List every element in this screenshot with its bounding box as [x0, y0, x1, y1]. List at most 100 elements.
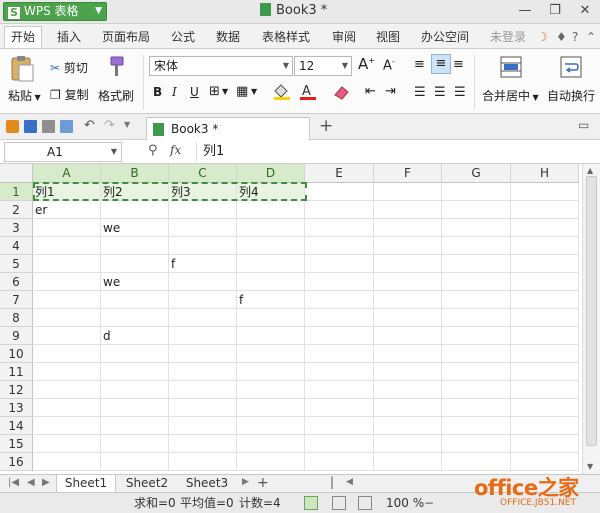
border-icon[interactable]: ⊞ — [209, 84, 220, 99]
cell-d16[interactable] — [237, 453, 305, 471]
cell-e9[interactable] — [305, 327, 374, 345]
copy-button[interactable]: ❐ 复制 — [50, 86, 89, 103]
format-painter-icon[interactable] — [104, 55, 128, 79]
cell-e15[interactable] — [305, 435, 374, 453]
cell-h11[interactable] — [511, 363, 579, 381]
sheet-tab-sheet1[interactable]: Sheet1 — [56, 475, 116, 493]
tab-review[interactable]: 审阅 — [332, 27, 356, 47]
cell-h6[interactable] — [511, 273, 579, 291]
cell-f4[interactable] — [374, 237, 442, 255]
cell-e8[interactable] — [305, 309, 374, 327]
cell-c1[interactable]: 列3 — [169, 183, 237, 201]
cell-g7[interactable] — [442, 291, 511, 309]
cell-g10[interactable] — [442, 345, 511, 363]
cell-f6[interactable] — [374, 273, 442, 291]
page-layout-view-icon[interactable] — [332, 496, 346, 510]
tab-menu-icon[interactable]: ▭ — [578, 118, 589, 132]
cell-a9[interactable] — [33, 327, 101, 345]
row-header-7[interactable]: 7 — [0, 291, 33, 309]
row-header-16[interactable]: 16 — [0, 453, 33, 471]
cell-e4[interactable] — [305, 237, 374, 255]
next-sheet-icon[interactable]: ▶ — [42, 477, 50, 488]
row-header-4[interactable]: 4 — [0, 237, 33, 255]
column-header-g[interactable]: G — [442, 164, 511, 183]
align-right-icon[interactable]: ☰ — [454, 85, 466, 100]
cell-e10[interactable] — [305, 345, 374, 363]
select-all-corner[interactable] — [0, 164, 33, 183]
cell-e11[interactable] — [305, 363, 374, 381]
cell-a4[interactable] — [33, 237, 101, 255]
cell-a5[interactable] — [33, 255, 101, 273]
cell-h8[interactable] — [511, 309, 579, 327]
cell-f11[interactable] — [374, 363, 442, 381]
cell-e6[interactable] — [305, 273, 374, 291]
cell-d8[interactable] — [237, 309, 305, 327]
tab-view[interactable]: 视图 — [376, 27, 400, 47]
cell-e16[interactable] — [305, 453, 374, 471]
font-family-select[interactable]: 宋体 ▼ — [149, 56, 293, 76]
cell-b3[interactable]: we — [101, 219, 169, 237]
merge-center-button[interactable]: 合并居中 ▼ — [482, 87, 539, 104]
cell-c9[interactable] — [169, 327, 237, 345]
cell-a10[interactable] — [33, 345, 101, 363]
cell-h13[interactable] — [511, 399, 579, 417]
close-button[interactable]: ✕ — [574, 1, 596, 21]
cell-b6[interactable]: we — [101, 273, 169, 291]
increase-font-icon[interactable]: A+ — [358, 55, 375, 73]
column-header-c[interactable]: C — [169, 164, 237, 183]
cell-f1[interactable] — [374, 183, 442, 201]
tab-office-space[interactable]: 办公空间 — [421, 27, 469, 47]
cell-d12[interactable] — [237, 381, 305, 399]
cell-g14[interactable] — [442, 417, 511, 435]
cell-b12[interactable] — [101, 381, 169, 399]
merge-icon[interactable] — [499, 55, 523, 82]
hscroll-left-icon[interactable]: ◀ — [346, 477, 353, 487]
cell-f2[interactable] — [374, 201, 442, 219]
cell-g2[interactable] — [442, 201, 511, 219]
clear-format-icon[interactable] — [331, 83, 353, 104]
print-icon[interactable] — [42, 120, 55, 133]
tab-table-styles[interactable]: 表格样式 — [262, 27, 310, 47]
cell-c2[interactable] — [169, 201, 237, 219]
cell-a6[interactable] — [33, 273, 101, 291]
minimize-button[interactable]: — — [514, 1, 536, 21]
cell-h4[interactable] — [511, 237, 579, 255]
cell-f8[interactable] — [374, 309, 442, 327]
row-header-13[interactable]: 13 — [0, 399, 33, 417]
cell-b13[interactable] — [101, 399, 169, 417]
cell-c11[interactable] — [169, 363, 237, 381]
cell-a12[interactable] — [33, 381, 101, 399]
login-status[interactable]: 未登录 — [490, 27, 526, 47]
row-header-15[interactable]: 15 — [0, 435, 33, 453]
cell-a7[interactable] — [33, 291, 101, 309]
cell-f7[interactable] — [374, 291, 442, 309]
cell-c13[interactable] — [169, 399, 237, 417]
format-painter-button[interactable]: 格式刷 — [98, 87, 134, 104]
scroll-down-icon[interactable]: ▼ — [587, 462, 593, 471]
workbook-tab[interactable]: Book3 * — [146, 117, 310, 140]
cell-d6[interactable] — [237, 273, 305, 291]
row-header-6[interactable]: 6 — [0, 273, 33, 291]
cell-d1[interactable]: 列4 — [237, 183, 305, 201]
cell-g3[interactable] — [442, 219, 511, 237]
cell-f13[interactable] — [374, 399, 442, 417]
row-header-3[interactable]: 3 — [0, 219, 33, 237]
cell-h3[interactable] — [511, 219, 579, 237]
cell-c15[interactable] — [169, 435, 237, 453]
wrap-text-button[interactable]: 自动换行 — [547, 87, 595, 104]
cell-e12[interactable] — [305, 381, 374, 399]
zoom-out-icon[interactable]: − — [424, 493, 434, 513]
sheet-tab-sheet3[interactable]: Sheet3 — [179, 475, 235, 493]
cell-b5[interactable] — [101, 255, 169, 273]
cell-d3[interactable] — [237, 219, 305, 237]
cell-b11[interactable] — [101, 363, 169, 381]
cell-g6[interactable] — [442, 273, 511, 291]
cell-f12[interactable] — [374, 381, 442, 399]
font-size-select[interactable]: 12 ▼ — [294, 56, 352, 76]
row-header-10[interactable]: 10 — [0, 345, 33, 363]
formula-input[interactable]: 列1 — [196, 142, 598, 162]
row-header-9[interactable]: 9 — [0, 327, 33, 345]
cell-d11[interactable] — [237, 363, 305, 381]
hscroll-split-icon[interactable]: | — [330, 475, 334, 489]
cell-f5[interactable] — [374, 255, 442, 273]
